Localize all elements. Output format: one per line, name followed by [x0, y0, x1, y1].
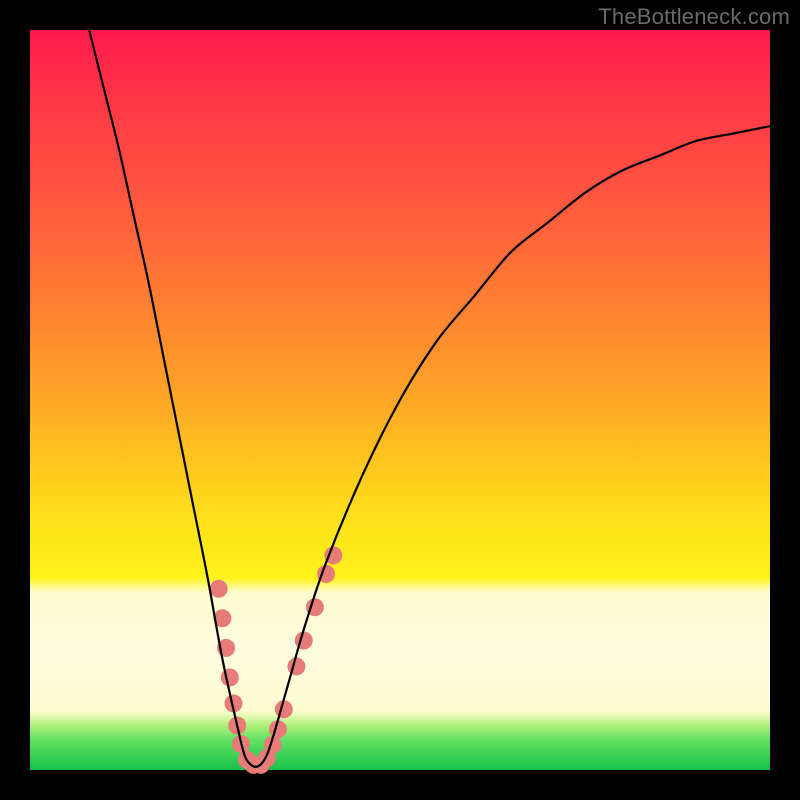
markers-layer [210, 546, 343, 773]
chart-svg [30, 30, 770, 770]
watermark-text: TheBottleneck.com [598, 4, 790, 30]
marker-dot [221, 669, 239, 687]
marker-dot [210, 580, 228, 598]
chart-frame: TheBottleneck.com [0, 0, 800, 800]
marker-dot [287, 657, 305, 675]
bottleneck-curve [89, 30, 770, 767]
plot-area [30, 30, 770, 770]
